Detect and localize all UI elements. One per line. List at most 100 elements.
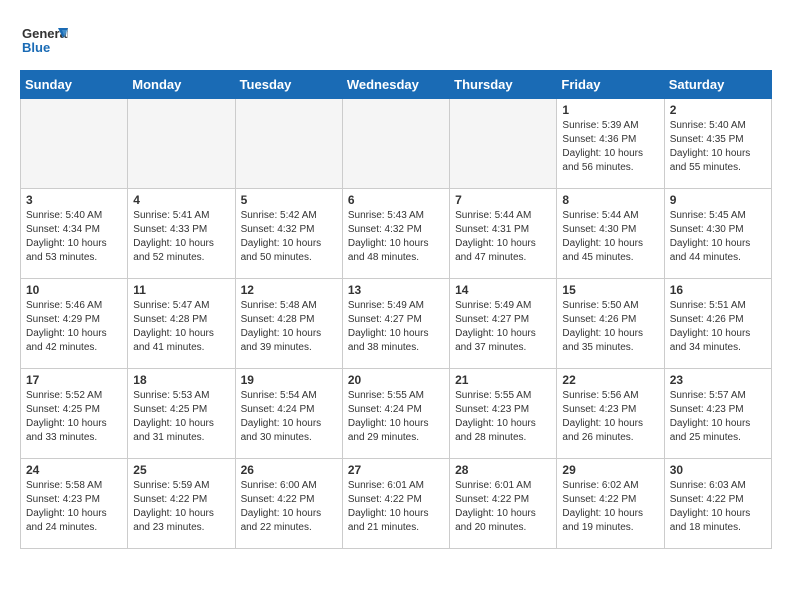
day-cell: 11Sunrise: 5:47 AM Sunset: 4:28 PM Dayli…	[128, 279, 235, 369]
day-info: Sunrise: 6:01 AM Sunset: 4:22 PM Dayligh…	[455, 479, 551, 535]
day-number: 11	[133, 283, 229, 297]
day-cell: 22 Sunrise: 5:56 AM Sunset: 4:23 PM Dayli…	[557, 369, 664, 459]
day-info: Sunrise: 5:41 AM Sunset: 4:33 PM Dayligh…	[133, 209, 229, 265]
day-number: 8	[562, 193, 658, 207]
logo: General Blue	[20, 20, 68, 60]
week-row-1: 3 Sunrise: 5:40 AM Sunset: 4:34 PM Daylig…	[21, 189, 772, 279]
col-header-wednesday: Wednesday	[342, 71, 449, 99]
day-info: Sunrise: 5:58 AM Sunset: 4:23 PM Dayligh…	[26, 479, 122, 535]
week-row-3: 17 Sunrise: 5:52 AM Sunset: 4:25 PM Dayli…	[21, 369, 772, 459]
day-cell: 27Sunrise: 6:01 AM Sunset: 4:22 PM Dayli…	[342, 459, 449, 549]
day-cell: 10Sunrise: 5:46 AM Sunset: 4:29 PM Dayli…	[21, 279, 128, 369]
day-cell	[21, 99, 128, 189]
day-cell: 12 Sunrise: 5:48 AM Sunset: 4:28 PM Dayli…	[235, 279, 342, 369]
day-info: Sunrise: 5:39 AM Sunset: 4:36 PM Dayligh…	[562, 119, 658, 175]
svg-text:Blue: Blue	[22, 40, 50, 55]
day-info: Sunrise: 5:45 AM Sunset: 4:30 PM Dayligh…	[670, 209, 766, 265]
day-number: 17	[26, 373, 122, 387]
week-row-0: 1 Sunrise: 5:39 AM Sunset: 4:36 PM Daylig…	[21, 99, 772, 189]
day-number: 4	[133, 193, 229, 207]
day-cell	[235, 99, 342, 189]
day-info: Sunrise: 5:57 AM Sunset: 4:23 PM Dayligh…	[670, 389, 766, 445]
day-number: 13	[348, 283, 444, 297]
day-cell: 23Sunrise: 5:57 AM Sunset: 4:23 PM Dayli…	[664, 369, 771, 459]
day-cell: 20 Sunrise: 5:55 AM Sunset: 4:24 PM Dayli…	[342, 369, 449, 459]
day-cell	[450, 99, 557, 189]
day-cell: 1 Sunrise: 5:39 AM Sunset: 4:36 PM Daylig…	[557, 99, 664, 189]
day-info: Sunrise: 6:03 AM Sunset: 4:22 PM Dayligh…	[670, 479, 766, 535]
day-number: 3	[26, 193, 122, 207]
day-info: Sunrise: 5:55 AM Sunset: 4:24 PM Dayligh…	[348, 389, 444, 445]
day-cell: 7 Sunrise: 5:44 AM Sunset: 4:31 PM Daylig…	[450, 189, 557, 279]
logo-icon: General Blue	[20, 20, 68, 60]
day-number: 20	[348, 373, 444, 387]
week-row-4: 24 Sunrise: 5:58 AM Sunset: 4:23 PM Dayli…	[21, 459, 772, 549]
col-header-sunday: Sunday	[21, 71, 128, 99]
col-header-tuesday: Tuesday	[235, 71, 342, 99]
day-cell: 9 Sunrise: 5:45 AM Sunset: 4:30 PM Daylig…	[664, 189, 771, 279]
day-cell: 17 Sunrise: 5:52 AM Sunset: 4:25 PM Dayli…	[21, 369, 128, 459]
day-info: Sunrise: 5:43 AM Sunset: 4:32 PM Dayligh…	[348, 209, 444, 265]
day-number: 15	[562, 283, 658, 297]
day-number: 28	[455, 463, 551, 477]
day-number: 9	[670, 193, 766, 207]
day-number: 16	[670, 283, 766, 297]
calendar-body: 1 Sunrise: 5:39 AM Sunset: 4:36 PM Daylig…	[21, 99, 772, 549]
day-info: Sunrise: 5:52 AM Sunset: 4:25 PM Dayligh…	[26, 389, 122, 445]
day-number: 22	[562, 373, 658, 387]
day-number: 29	[562, 463, 658, 477]
day-number: 2	[670, 103, 766, 117]
day-number: 19	[241, 373, 337, 387]
day-cell	[342, 99, 449, 189]
day-cell: 24 Sunrise: 5:58 AM Sunset: 4:23 PM Dayli…	[21, 459, 128, 549]
day-info: Sunrise: 5:55 AM Sunset: 4:23 PM Dayligh…	[455, 389, 551, 445]
day-info: Sunrise: 5:48 AM Sunset: 4:28 PM Dayligh…	[241, 299, 337, 355]
day-info: Sunrise: 5:49 AM Sunset: 4:27 PM Dayligh…	[348, 299, 444, 355]
day-number: 25	[133, 463, 229, 477]
day-cell: 28 Sunrise: 6:01 AM Sunset: 4:22 PM Dayli…	[450, 459, 557, 549]
day-info: Sunrise: 5:51 AM Sunset: 4:26 PM Dayligh…	[670, 299, 766, 355]
day-info: Sunrise: 5:40 AM Sunset: 4:34 PM Dayligh…	[26, 209, 122, 265]
day-cell: 4 Sunrise: 5:41 AM Sunset: 4:33 PM Daylig…	[128, 189, 235, 279]
day-info: Sunrise: 6:02 AM Sunset: 4:22 PM Dayligh…	[562, 479, 658, 535]
day-number: 1	[562, 103, 658, 117]
day-number: 12	[241, 283, 337, 297]
day-cell: 3 Sunrise: 5:40 AM Sunset: 4:34 PM Daylig…	[21, 189, 128, 279]
day-number: 26	[241, 463, 337, 477]
day-cell: 6 Sunrise: 5:43 AM Sunset: 4:32 PM Daylig…	[342, 189, 449, 279]
day-number: 7	[455, 193, 551, 207]
day-cell: 14 Sunrise: 5:49 AM Sunset: 4:27 PM Dayli…	[450, 279, 557, 369]
day-cell: 8 Sunrise: 5:44 AM Sunset: 4:30 PM Daylig…	[557, 189, 664, 279]
day-number: 30	[670, 463, 766, 477]
day-number: 10	[26, 283, 122, 297]
day-info: Sunrise: 6:01 AM Sunset: 4:22 PM Dayligh…	[348, 479, 444, 535]
day-cell: 30 Sunrise: 6:03 AM Sunset: 4:22 PM Dayli…	[664, 459, 771, 549]
day-info: Sunrise: 5:59 AM Sunset: 4:22 PM Dayligh…	[133, 479, 229, 535]
day-number: 6	[348, 193, 444, 207]
day-info: Sunrise: 5:53 AM Sunset: 4:25 PM Dayligh…	[133, 389, 229, 445]
day-cell: 5Sunrise: 5:42 AM Sunset: 4:32 PM Daylig…	[235, 189, 342, 279]
day-cell: 29 Sunrise: 6:02 AM Sunset: 4:22 PM Dayli…	[557, 459, 664, 549]
day-number: 24	[26, 463, 122, 477]
col-header-monday: Monday	[128, 71, 235, 99]
day-info: Sunrise: 5:56 AM Sunset: 4:23 PM Dayligh…	[562, 389, 658, 445]
col-header-thursday: Thursday	[450, 71, 557, 99]
day-info: Sunrise: 5:44 AM Sunset: 4:30 PM Dayligh…	[562, 209, 658, 265]
day-cell: 15 Sunrise: 5:50 AM Sunset: 4:26 PM Dayli…	[557, 279, 664, 369]
day-info: Sunrise: 6:00 AM Sunset: 4:22 PM Dayligh…	[241, 479, 337, 535]
day-number: 21	[455, 373, 551, 387]
day-cell: 13 Sunrise: 5:49 AM Sunset: 4:27 PM Dayli…	[342, 279, 449, 369]
day-cell: 21 Sunrise: 5:55 AM Sunset: 4:23 PM Dayli…	[450, 369, 557, 459]
day-info: Sunrise: 5:44 AM Sunset: 4:31 PM Dayligh…	[455, 209, 551, 265]
day-info: Sunrise: 5:49 AM Sunset: 4:27 PM Dayligh…	[455, 299, 551, 355]
day-cell: 16 Sunrise: 5:51 AM Sunset: 4:26 PM Dayli…	[664, 279, 771, 369]
day-number: 14	[455, 283, 551, 297]
day-info: Sunrise: 5:54 AM Sunset: 4:24 PM Dayligh…	[241, 389, 337, 445]
day-info: Sunrise: 5:40 AM Sunset: 4:35 PM Dayligh…	[670, 119, 766, 175]
day-number: 18	[133, 373, 229, 387]
day-cell: 26 Sunrise: 6:00 AM Sunset: 4:22 PM Dayli…	[235, 459, 342, 549]
day-cell	[128, 99, 235, 189]
day-info: Sunrise: 5:50 AM Sunset: 4:26 PM Dayligh…	[562, 299, 658, 355]
day-cell: 2 Sunrise: 5:40 AM Sunset: 4:35 PM Daylig…	[664, 99, 771, 189]
col-header-saturday: Saturday	[664, 71, 771, 99]
